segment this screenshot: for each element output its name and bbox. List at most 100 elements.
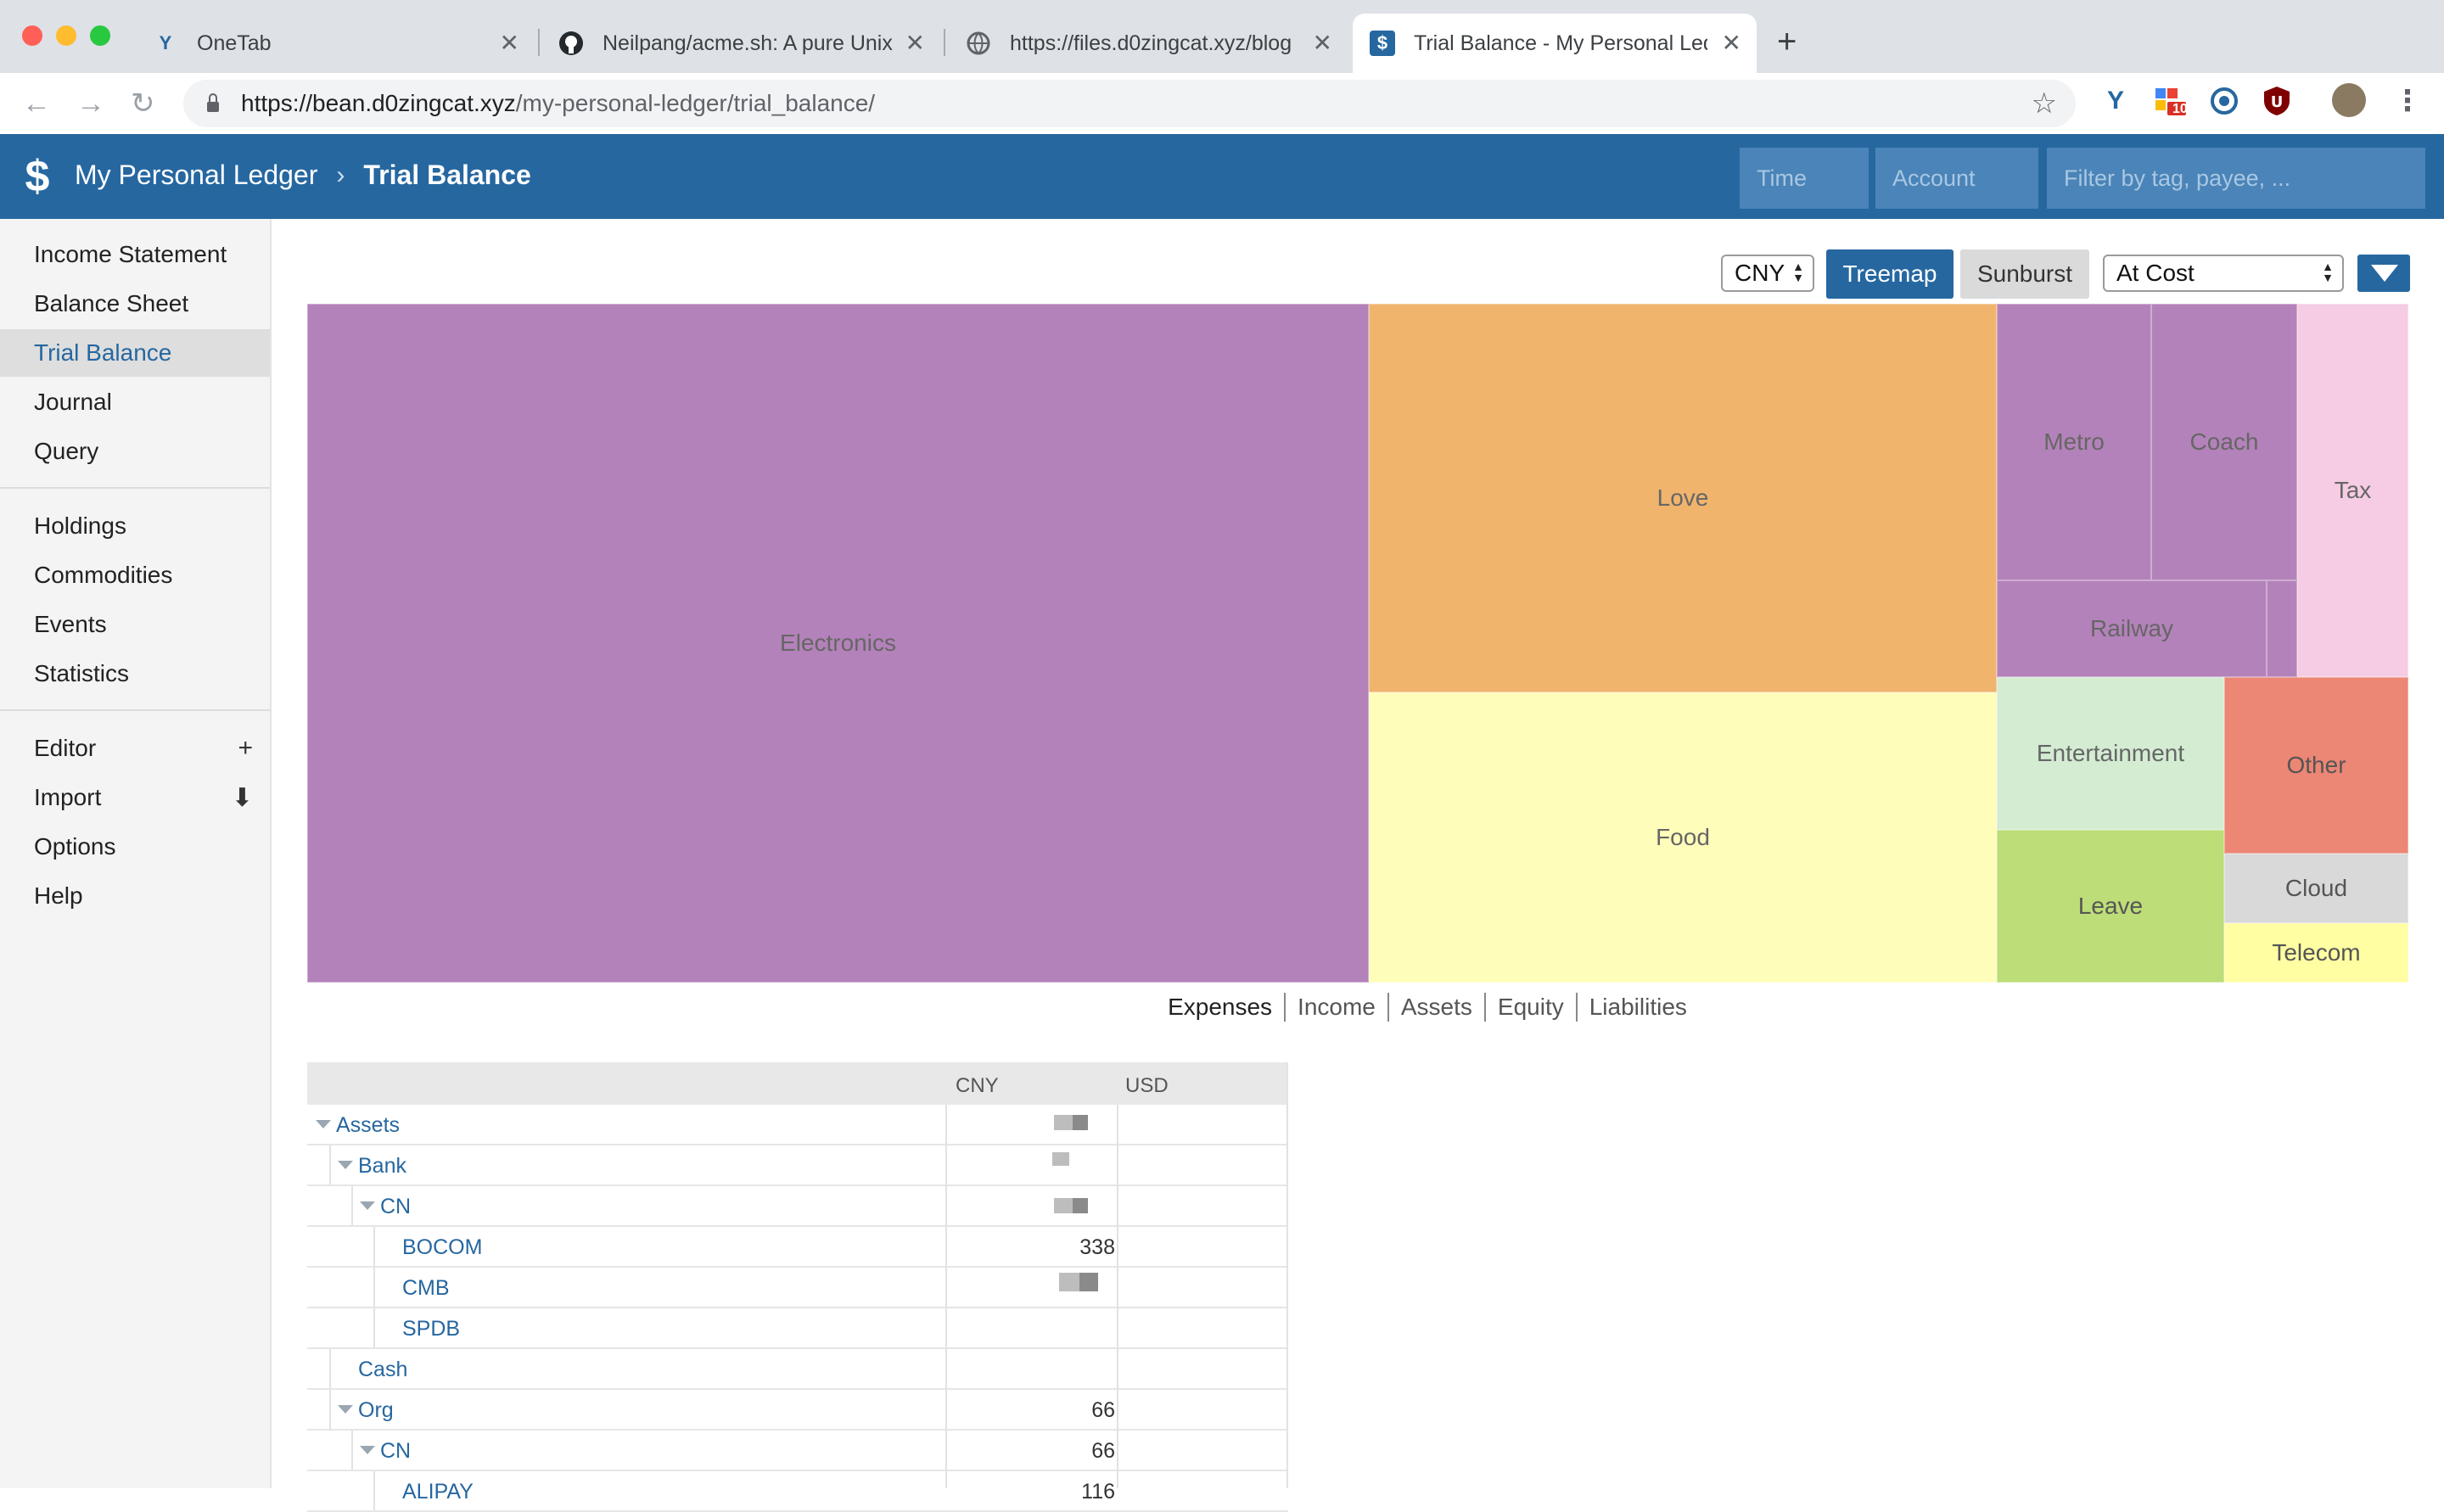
treemap-cell-electronics[interactable]: Electronics <box>307 304 1369 983</box>
account-name-link[interactable]: Assets <box>336 1113 400 1138</box>
table-row[interactable]: Cash <box>307 1349 1288 1390</box>
expand-toggle-icon[interactable] <box>316 1120 331 1128</box>
sidebar-item-commodities[interactable]: Commodities <box>0 552 270 599</box>
tab-divider <box>944 29 945 56</box>
password-manager-icon[interactable] <box>2208 85 2240 117</box>
treemap-cell-coach[interactable]: Coach <box>2151 304 2297 580</box>
treemap-cell-metro[interactable]: Metro <box>1997 304 2151 580</box>
treemap-cell-small[interactable] <box>2267 580 2297 677</box>
account-name-link[interactable]: BOCOM <box>402 1235 482 1260</box>
sidebar-item-holdings[interactable]: Holdings <box>0 502 270 550</box>
sidebar-item-balance-sheet[interactable]: Balance Sheet <box>0 280 270 328</box>
table-row[interactable]: CN <box>307 1186 1288 1227</box>
treemap-cell-entertainment[interactable]: Entertainment <box>1997 677 2224 830</box>
account-name-link[interactable]: CN <box>380 1439 411 1464</box>
currency-select[interactable]: CNY ▲ ▼ <box>1721 255 1814 292</box>
redacted-value <box>1052 1152 1069 1166</box>
sidebar-item-options[interactable]: Options <box>0 823 270 871</box>
link-assets[interactable]: Assets <box>1387 993 1484 1022</box>
treemap-cell-tax[interactable]: Tax <box>2297 304 2408 677</box>
table-row[interactable]: Assets <box>307 1105 1288 1145</box>
table-row[interactable]: Bank <box>307 1145 1288 1186</box>
cny-balance-cell: 66 <box>1091 1398 1115 1422</box>
download-icon[interactable]: ⬇ <box>232 783 253 813</box>
column-header-usd[interactable]: USD <box>1125 1074 1169 1098</box>
maximize-window-button[interactable] <box>90 25 110 46</box>
sidebar-item-journal[interactable]: Journal <box>0 378 270 426</box>
column-header-cny[interactable]: CNY <box>956 1074 999 1098</box>
link-liabilities[interactable]: Liabilities <box>1575 993 1699 1022</box>
new-tab-button[interactable]: + <box>1777 22 1797 61</box>
expand-toggle-icon[interactable] <box>360 1446 375 1454</box>
conversion-select[interactable]: At Cost ▲ ▼ <box>2103 255 2344 292</box>
time-filter-input[interactable]: Time <box>1740 148 1869 209</box>
close-tab-icon[interactable]: ✕ <box>1313 31 1332 56</box>
sidebar-item-statistics[interactable]: Statistics <box>0 650 270 697</box>
back-icon[interactable]: ← <box>22 87 51 120</box>
ublock-icon[interactable]: U <box>2261 85 2293 117</box>
close-tab-icon[interactable]: ✕ <box>500 31 519 56</box>
chart-toggle-button[interactable] <box>2357 255 2410 292</box>
browser-tab-github[interactable]: Neilpang/acme.sh: A pure Unix ✕ <box>558 14 940 73</box>
profile-avatar[interactable] <box>2332 83 2366 117</box>
cny-balance-cell: 66 <box>1091 1439 1115 1463</box>
fava-logo-icon[interactable]: $ <box>15 153 59 200</box>
expand-toggle-icon[interactable] <box>360 1201 375 1210</box>
treemap-cell-telecom[interactable]: Telecom <box>2224 923 2408 983</box>
expand-toggle-icon[interactable] <box>338 1161 353 1169</box>
expand-toggle-icon[interactable] <box>338 1405 353 1414</box>
account-name-link[interactable]: SPDB <box>402 1317 460 1341</box>
tree-indent-guide <box>329 1349 331 1388</box>
treemap-cell-cloud[interactable]: Cloud <box>2224 854 2408 923</box>
table-row[interactable]: Org 66 <box>307 1390 1288 1431</box>
sidebar-item-import[interactable]: Import ⬇ <box>0 774 270 821</box>
tag-filter-input[interactable]: Filter by tag, payee, ... <box>2047 148 2425 209</box>
address-bar[interactable]: https://bean.d0zingcat.xyz/my-personal-l… <box>183 80 2076 127</box>
sidebar-item-query[interactable]: Query <box>0 428 270 475</box>
reload-icon[interactable]: ↻ <box>131 87 155 120</box>
table-row[interactable]: CMB <box>307 1268 1288 1308</box>
sidebar-item-income-statement[interactable]: Income Statement <box>0 231 270 278</box>
sunburst-button[interactable]: Sunburst <box>1960 249 2089 299</box>
sidebar-item-editor[interactable]: Editor + <box>0 725 270 772</box>
account-name-link[interactable]: ALIPAY <box>402 1480 474 1504</box>
browser-tab-onetab[interactable]: Y OneTab ✕ <box>153 14 535 73</box>
account-name-link[interactable]: CN <box>380 1195 411 1219</box>
account-name-link[interactable]: CMB <box>402 1276 450 1301</box>
treemap-cell-food[interactable]: Food <box>1369 692 1997 983</box>
link-equity[interactable]: Equity <box>1483 993 1576 1022</box>
close-tab-icon[interactable]: ✕ <box>1722 31 1741 56</box>
treemap-cell-railway[interactable]: Railway <box>1997 580 2267 677</box>
account-name-link[interactable]: Cash <box>358 1358 407 1382</box>
sidebar-item-trial-balance[interactable]: Trial Balance <box>0 329 270 377</box>
bookmark-star-icon[interactable]: ☆ <box>2032 87 2057 120</box>
ledger-name-link[interactable]: My Personal Ledger <box>75 160 317 191</box>
treemap-cell-other[interactable]: Other <box>2224 677 2408 854</box>
minimize-window-button[interactable] <box>56 25 76 46</box>
account-name-link[interactable]: Org <box>358 1398 394 1423</box>
browser-menu-icon[interactable]: ⋮ <box>2391 85 2424 117</box>
treemap-cell-love[interactable]: Love <box>1369 304 1997 692</box>
browser-tab-trial-balance[interactable]: $ Trial Balance - My Personal Led ✕ <box>1353 14 1757 73</box>
onetab-extension-icon[interactable]: Y <box>2099 85 2132 117</box>
forward-icon[interactable]: → <box>76 87 105 120</box>
link-income[interactable]: Income <box>1284 993 1387 1022</box>
table-row[interactable]: BOCOM 338 <box>307 1227 1288 1268</box>
treemap-button[interactable]: Treemap <box>1826 249 1954 299</box>
link-expenses[interactable]: Expenses <box>1156 993 1284 1022</box>
treemap-cell-leave[interactable]: Leave <box>1997 830 2224 983</box>
browser-tab-files[interactable]: https://files.d0zingcat.xyz/blog ✕ <box>966 14 1348 73</box>
plus-icon[interactable]: + <box>238 734 253 763</box>
cny-balance-cell: 338 <box>1079 1235 1115 1259</box>
table-row[interactable]: SPDB <box>307 1308 1288 1349</box>
close-tab-icon[interactable]: ✕ <box>905 31 925 56</box>
sidebar-item-events[interactable]: Events <box>0 601 270 648</box>
close-window-button[interactable] <box>22 25 42 46</box>
extension-grid-icon[interactable]: 10 <box>2154 85 2188 117</box>
sidebar-item-help[interactable]: Help <box>0 872 270 920</box>
table-row[interactable]: CN 66 <box>307 1431 1288 1471</box>
table-row[interactable]: ALIPAY 116 <box>307 1471 1288 1512</box>
account-name-link[interactable]: Bank <box>358 1154 406 1179</box>
redacted-value <box>1054 1198 1073 1213</box>
account-filter-input[interactable]: Account <box>1875 148 2038 209</box>
